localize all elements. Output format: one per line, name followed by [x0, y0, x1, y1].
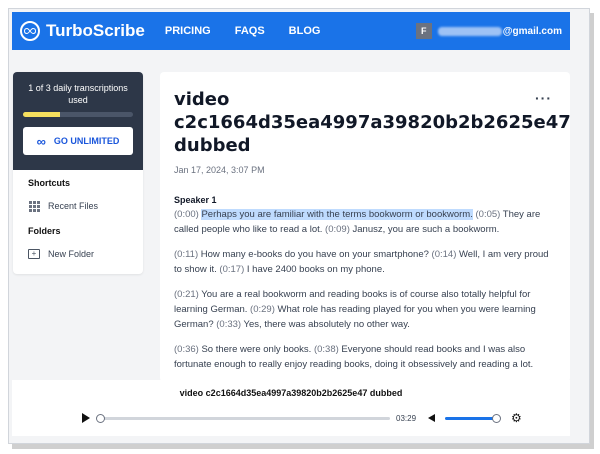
nav-blog[interactable]: BLOG: [289, 25, 321, 37]
transcript-panel: video c2c1664d35ea4997a39820b2b2625e47 d…: [160, 72, 570, 382]
transcript-paragraph: (0:11) How many e-books do you have on y…: [174, 247, 556, 277]
duration-text: 03:29: [396, 413, 417, 423]
nav-pricing[interactable]: PRICING: [165, 25, 211, 37]
sidebar-item-label: Recent Files: [48, 201, 99, 211]
quota-progress: [23, 112, 133, 117]
audio-player: video c2c1664d35ea4997a39820b2b2625e47 d…: [12, 380, 570, 436]
transcript-paragraph: (0:36) So there were only books. (0:38) …: [174, 342, 556, 372]
timestamp[interactable]: (0:09): [325, 224, 350, 235]
transcript-segment[interactable]: Janusz, you are such a bookworm.: [353, 224, 500, 235]
sidebar-item-recent-files[interactable]: Recent Files: [13, 192, 143, 218]
transcript-body: (0:00) Perhaps you are familiar with the…: [174, 207, 556, 372]
brand-logo[interactable]: TurboScribe: [20, 21, 145, 41]
sidebar: 1 of 3 daily transcriptions used ∞ GO UN…: [13, 72, 143, 274]
timestamp[interactable]: (0:00): [174, 209, 199, 220]
quota-panel: 1 of 3 daily transcriptions used ∞ GO UN…: [13, 72, 143, 170]
transcript-segment[interactable]: So there were only books.: [201, 344, 311, 355]
player-controls: 03:29 ⚙: [82, 408, 522, 428]
user-menu[interactable]: F @gmail.com: [415, 23, 562, 39]
seek-handle[interactable]: [96, 413, 105, 423]
shortcuts-heading: Shortcuts: [28, 178, 71, 188]
nav-faqs[interactable]: FAQS: [235, 25, 265, 37]
timestamp[interactable]: (0:33): [216, 319, 241, 330]
brand-name: TurboScribe: [46, 21, 145, 40]
speaker-label: Speaker 1: [174, 195, 217, 205]
go-unlimited-button[interactable]: ∞ GO UNLIMITED: [23, 127, 133, 155]
go-unlimited-label: GO UNLIMITED: [53, 136, 120, 146]
player-title: video c2c1664d35ea4997a39820b2b2625e47 d…: [179, 388, 403, 398]
timestamp[interactable]: (0:05): [476, 209, 501, 220]
gear-icon[interactable]: ⚙: [511, 411, 522, 425]
timestamp[interactable]: (0:17): [219, 264, 244, 275]
volume-icon[interactable]: [428, 414, 436, 422]
timestamp[interactable]: (0:36): [174, 344, 199, 355]
more-options-icon[interactable]: ···: [535, 90, 552, 106]
transcript-segment[interactable]: Yes, there was absolutely no other way.: [244, 319, 410, 330]
play-icon[interactable]: [82, 413, 90, 423]
top-navbar: TurboScribe PRICING FAQS BLOG F @gmail.c…: [12, 12, 570, 50]
file-date: Jan 17, 2024, 3:07 PM: [174, 165, 265, 175]
transcript-paragraph: (0:21) You are a real bookworm and readi…: [174, 287, 556, 332]
timestamp[interactable]: (0:38): [314, 344, 339, 355]
timestamp[interactable]: (0:29): [250, 304, 275, 315]
transcript-paragraph: (0:00) Perhaps you are familiar with the…: [174, 207, 556, 237]
infinity-icon: [20, 21, 40, 41]
grid-icon: [28, 200, 40, 212]
volume-slider[interactable]: [445, 413, 502, 423]
transcript-segment[interactable]: I have 2400 books on my phone.: [247, 264, 385, 275]
sidebar-item-label: New Folder: [48, 249, 95, 259]
timestamp[interactable]: (0:11): [174, 249, 198, 260]
redacted-email: [437, 26, 502, 36]
sidebar-item-new-folder[interactable]: + New Folder: [13, 240, 143, 266]
quota-progress-fill: [23, 112, 60, 117]
folder-plus-icon: +: [28, 248, 40, 260]
transcript-segment[interactable]: How many e-books do you have on your sma…: [201, 249, 429, 260]
volume-handle[interactable]: [492, 413, 502, 423]
page-title: video c2c1664d35ea4997a39820b2b2625e47 d…: [174, 89, 570, 156]
timestamp[interactable]: (0:21): [174, 289, 199, 300]
seek-slider[interactable]: [96, 413, 390, 423]
avatar: F: [415, 23, 432, 39]
email-suffix: @gmail.com: [502, 25, 562, 37]
transcript-segment[interactable]: Perhaps you are familiar with the terms …: [201, 209, 473, 220]
nav-links: PRICING FAQS BLOG: [165, 25, 345, 37]
quota-text: 1 of 3 daily transcriptions used: [28, 83, 128, 105]
folders-heading: Folders: [28, 226, 61, 236]
infinity-icon: ∞: [36, 133, 46, 149]
timestamp[interactable]: (0:14): [432, 249, 457, 260]
